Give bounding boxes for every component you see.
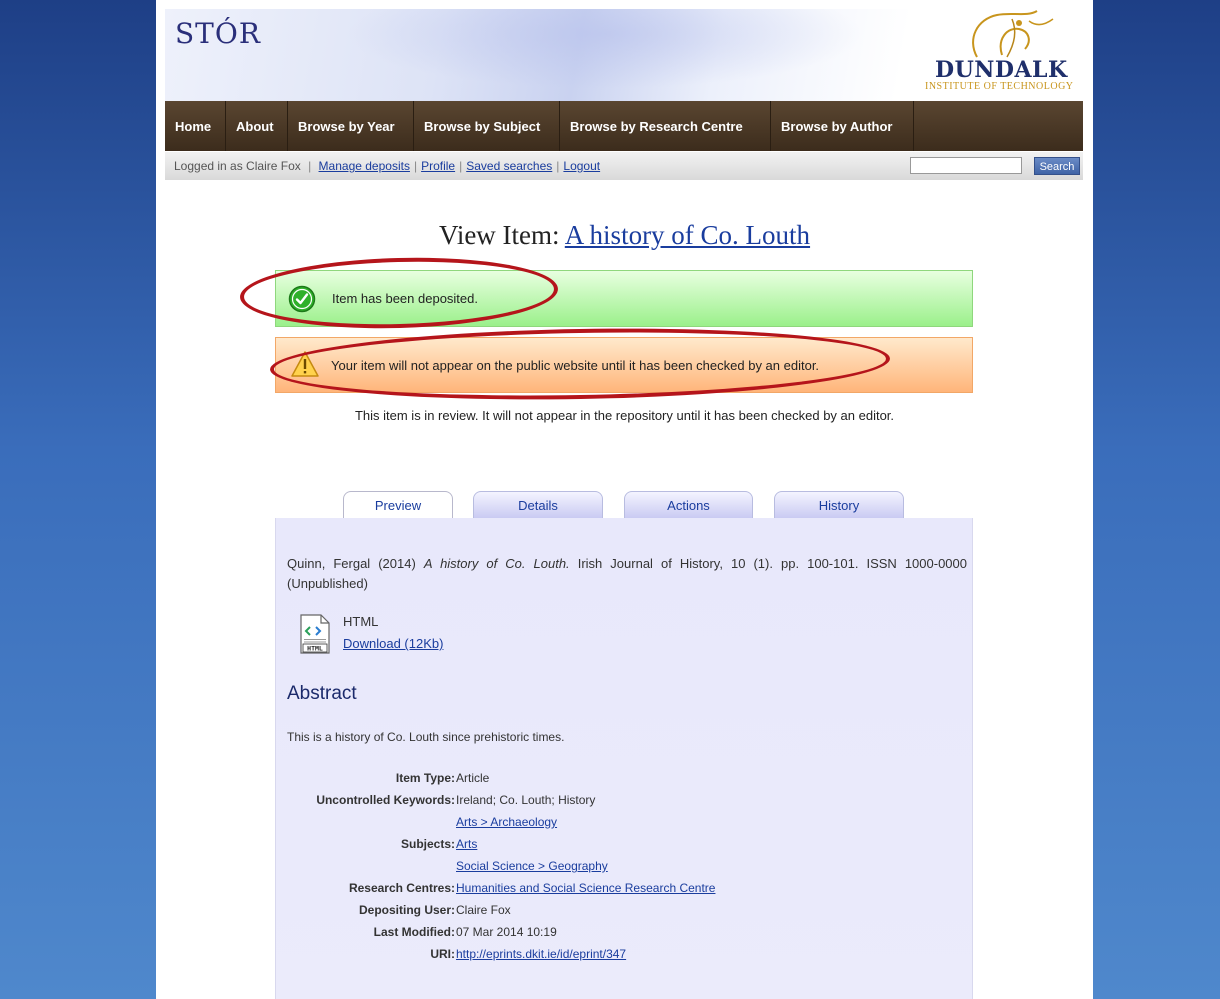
meta-value: Claire Fox (456, 903, 511, 917)
profile-link[interactable]: Profile (421, 159, 455, 173)
logged-in-text: Logged in as Claire Fox (174, 159, 301, 173)
crest-icon (972, 10, 1054, 58)
tab-details[interactable]: Details (473, 491, 603, 519)
review-note: This item is in review. It will not appe… (354, 408, 895, 423)
abstract-text: This is a history of Co. Louth since pre… (287, 730, 565, 744)
subject-link[interactable]: Arts > Archaeology (456, 815, 557, 829)
warning-icon (291, 351, 319, 377)
check-circle-icon (288, 285, 316, 313)
meta-label: Subjects: (400, 837, 455, 851)
uri-link[interactable]: http://eprints.dkit.ie/id/eprint/347 (456, 947, 626, 961)
meta-label: URI: (430, 947, 455, 961)
page-container: STÓR DUNDALK INSTITUTE OF TECHNOLOGY Hom… (156, 0, 1093, 999)
document-format: HTML (343, 614, 379, 629)
separator: | (304, 159, 315, 173)
header-decoration (345, 9, 865, 89)
preview-panel: Quinn, Fergal (2014) A history of Co. Lo… (275, 518, 973, 999)
success-text: Item has been deposited. (332, 291, 478, 306)
main-navbar: Home About Browse by Year Browse by Subj… (165, 101, 1083, 151)
separator: | (459, 159, 463, 173)
item-title-link[interactable]: A history of Co. Louth (565, 220, 810, 250)
logo-name: DUNDALK (935, 57, 1068, 83)
logout-link[interactable]: Logout (563, 159, 600, 173)
meta-label: Research Centres: (348, 881, 455, 895)
nav-browse-by-subject[interactable]: Browse by Subject (414, 101, 560, 151)
tab-preview[interactable]: Preview (343, 491, 453, 520)
abstract-heading: Abstract (287, 683, 357, 704)
search-button[interactable]: Search (1034, 157, 1080, 175)
meta-label: Uncontrolled Keywords: (316, 793, 455, 807)
research-centre-link[interactable]: Humanities and Social Science Research C… (456, 881, 715, 895)
subject-link[interactable]: Arts (456, 837, 477, 851)
nav-browse-by-research-centre[interactable]: Browse by Research Centre (560, 101, 771, 151)
search-input[interactable] (910, 157, 1022, 174)
site-title[interactable]: STÓR (175, 17, 261, 50)
download-link[interactable]: Download (12Kb) (343, 636, 443, 651)
nav-home[interactable]: Home (165, 101, 226, 151)
manage-deposits-link[interactable]: Manage deposits (319, 159, 410, 173)
subject-link[interactable]: Social Science > Geography (456, 859, 608, 873)
svg-text:HTML: HTML (307, 645, 323, 653)
nav-browse-by-year[interactable]: Browse by Year (288, 101, 414, 151)
tab-history[interactable]: History (774, 491, 904, 519)
meta-value: Ireland; Co. Louth; History (456, 793, 596, 807)
meta-label: Last Modified: (373, 925, 455, 939)
nav-about[interactable]: About (226, 101, 288, 151)
logo-subtitle: INSTITUTE OF TECHNOLOGY (925, 81, 1074, 92)
page-title: View Item: A history of Co. Louth (156, 220, 1093, 251)
meta-label: Item Type: (395, 771, 455, 785)
institute-logo[interactable]: DUNDALK INSTITUTE OF TECHNOLOGY (917, 9, 1077, 101)
success-message: Item has been deposited. (275, 270, 973, 327)
separator: | (556, 159, 560, 173)
meta-label: Depositing User: (358, 903, 455, 917)
meta-value: 07 Mar 2014 10:19 (456, 925, 557, 939)
saved-searches-link[interactable]: Saved searches (466, 159, 552, 173)
warning-message: Your item will not appear on the public … (275, 337, 973, 393)
tab-actions[interactable]: Actions (624, 491, 753, 519)
nav-browse-by-author[interactable]: Browse by Author (771, 101, 914, 151)
separator: | (413, 159, 418, 173)
site-header: STÓR DUNDALK INSTITUTE OF TECHNOLOGY (165, 9, 1083, 101)
page-title-prefix: View Item: (438, 220, 560, 250)
warning-text: Your item will not appear on the public … (331, 358, 820, 373)
citation-title: A history of Co. Louth. (423, 556, 570, 571)
user-bar: Logged in as Claire Fox | Manage deposit… (165, 152, 1083, 180)
citation-authors: Quinn, Fergal (2014) (287, 556, 416, 571)
user-links: Logged in as Claire Fox | Manage deposit… (174, 159, 600, 173)
html-document-icon[interactable]: HTML (300, 614, 330, 654)
meta-value: Article (456, 771, 490, 785)
citation: Quinn, Fergal (2014) A history of Co. Lo… (287, 554, 967, 594)
